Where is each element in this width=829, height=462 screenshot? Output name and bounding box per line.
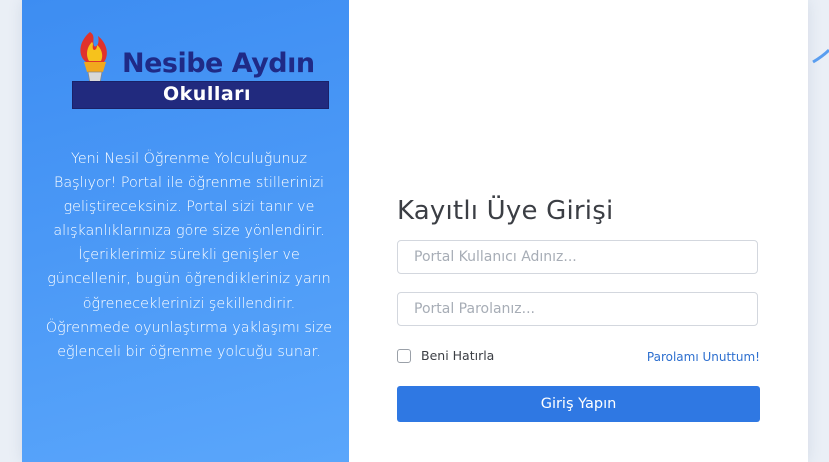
logo-title: Nesibe Aydın (122, 48, 315, 79)
intro-text: Yeni Nesil Öğrenme Yolculuğunuz Başlıyor… (45, 151, 333, 360)
password-input[interactable] (397, 292, 758, 326)
login-button[interactable]: Giriş Yapın (397, 386, 760, 422)
decorative-arc (812, 48, 829, 64)
remember-me[interactable]: Beni Hatırla (397, 348, 494, 363)
username-input[interactable] (397, 240, 758, 274)
remember-label: Beni Hatırla (421, 348, 495, 363)
forgot-password-link[interactable]: Parolamı Unuttum! (647, 350, 760, 364)
login-title: Kayıtlı Üye Girişi (397, 196, 614, 226)
logo-subtitle: Okulları (163, 83, 252, 105)
logo-subtitle-bar: Okulları (72, 81, 329, 109)
school-logo: Nesibe Aydın Okulları (72, 26, 329, 109)
remember-checkbox[interactable] (397, 348, 411, 363)
